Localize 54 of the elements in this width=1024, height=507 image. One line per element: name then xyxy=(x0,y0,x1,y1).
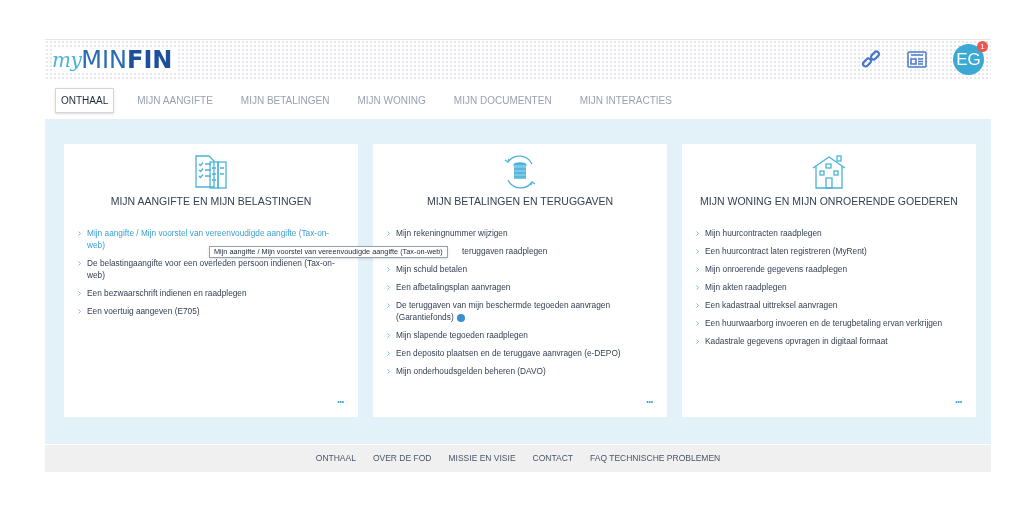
service-link[interactable]: teruggaven raadplegen xyxy=(462,244,548,257)
service-link[interactable]: Een afbetalingsplan aanvragen xyxy=(396,280,511,293)
service-link[interactable]: Mijn rekeningnummer wijzigen xyxy=(396,226,508,239)
news-icon[interactable] xyxy=(907,51,927,68)
footer-link[interactable]: MISSIE EN VISIE xyxy=(448,452,516,465)
chevron-icon xyxy=(387,284,390,290)
chevron-icon xyxy=(696,230,699,236)
service-link[interactable]: Een bezwaarschrift indienen en raadplegen xyxy=(87,286,247,299)
logo-prefix: my xyxy=(52,49,82,70)
chevron-icon xyxy=(78,230,81,236)
service-link[interactable]: Mijn huurcontracten raadplegen xyxy=(705,226,822,239)
chevron-icon xyxy=(387,368,390,374)
coins-icon xyxy=(502,154,538,190)
service-link[interactable]: Een voertuig aangeven (E705) xyxy=(87,304,200,317)
service-link[interactable]: Mijn onderhoudsgelden beheren (DAVO) xyxy=(396,364,546,377)
footer-link[interactable]: OVER DE FOD xyxy=(372,452,432,465)
footer-link[interactable]: CONTACT xyxy=(532,452,573,465)
chevron-icon xyxy=(696,338,699,344)
nav-tab[interactable]: ONTHAAL xyxy=(55,87,115,113)
notification-badge: 1 xyxy=(977,41,988,52)
service-link[interactable]: Mijn schuld betalen xyxy=(396,262,468,275)
footer-link[interactable]: ONTHAAL xyxy=(315,452,356,465)
chevron-icon xyxy=(387,230,390,236)
chevron-icon xyxy=(387,302,390,308)
service-link[interactable]: Mijn onroerende gegevens raadplegen xyxy=(705,262,848,275)
house-icon xyxy=(811,154,847,190)
service-link[interactable]: Mijn akten raadplegen xyxy=(705,280,787,293)
forms-icon xyxy=(193,154,229,190)
link-icon[interactable] xyxy=(861,49,881,70)
service-link[interactable]: Mijn slapende tegoeden raadplegen xyxy=(396,328,528,341)
chevron-icon xyxy=(387,350,390,356)
service-link[interactable]: Kadastrale gegevens opvragen in digitaal formaat xyxy=(705,334,888,347)
help-icon[interactable] xyxy=(456,313,465,322)
chevron-icon xyxy=(696,284,699,290)
chevron-icon xyxy=(78,290,81,296)
card-title: MIJN AANGIFTE EN MIJN BELASTINGEN xyxy=(109,194,313,209)
service-link[interactable]: De teruggaven van mijn beschermde tegoeden aanvragen (Garantiefonds) xyxy=(396,298,653,323)
footer-link[interactable]: FAQ TECHNISCHE PROBLEMEN xyxy=(590,452,721,465)
chevron-icon xyxy=(78,308,81,314)
chevron-icon xyxy=(696,248,699,254)
card-title: MIJN BETALINGEN EN TERUGGAVEN xyxy=(425,194,615,209)
chevron-icon xyxy=(387,266,390,272)
chevron-icon xyxy=(696,320,699,326)
service-link[interactable]: Een kadastraal uittreksel aanvragen xyxy=(705,298,838,311)
logo-text: MINFIN xyxy=(81,47,173,72)
chevron-icon xyxy=(387,332,390,338)
service-link[interactable]: Een huurwaarborg invoeren en de terugbetaling ervan verkrijgen xyxy=(705,316,943,329)
card-title: MIJN WONING EN MIJN ONROERENDE GOEDEREN xyxy=(699,194,959,209)
chevron-icon xyxy=(696,302,699,308)
chevron-icon xyxy=(696,266,699,272)
service-link[interactable]: Een deposito plaatsen en de teruggave aanvragen (e-DEPO) xyxy=(396,346,621,359)
service-link[interactable]: De belastingaangifte voor een overleden persoon indienen (Tax-on-web) xyxy=(87,256,344,281)
chevron-icon xyxy=(78,260,81,266)
service-link[interactable]: Een huurcontract laten registreren (MyRent) xyxy=(705,244,867,257)
